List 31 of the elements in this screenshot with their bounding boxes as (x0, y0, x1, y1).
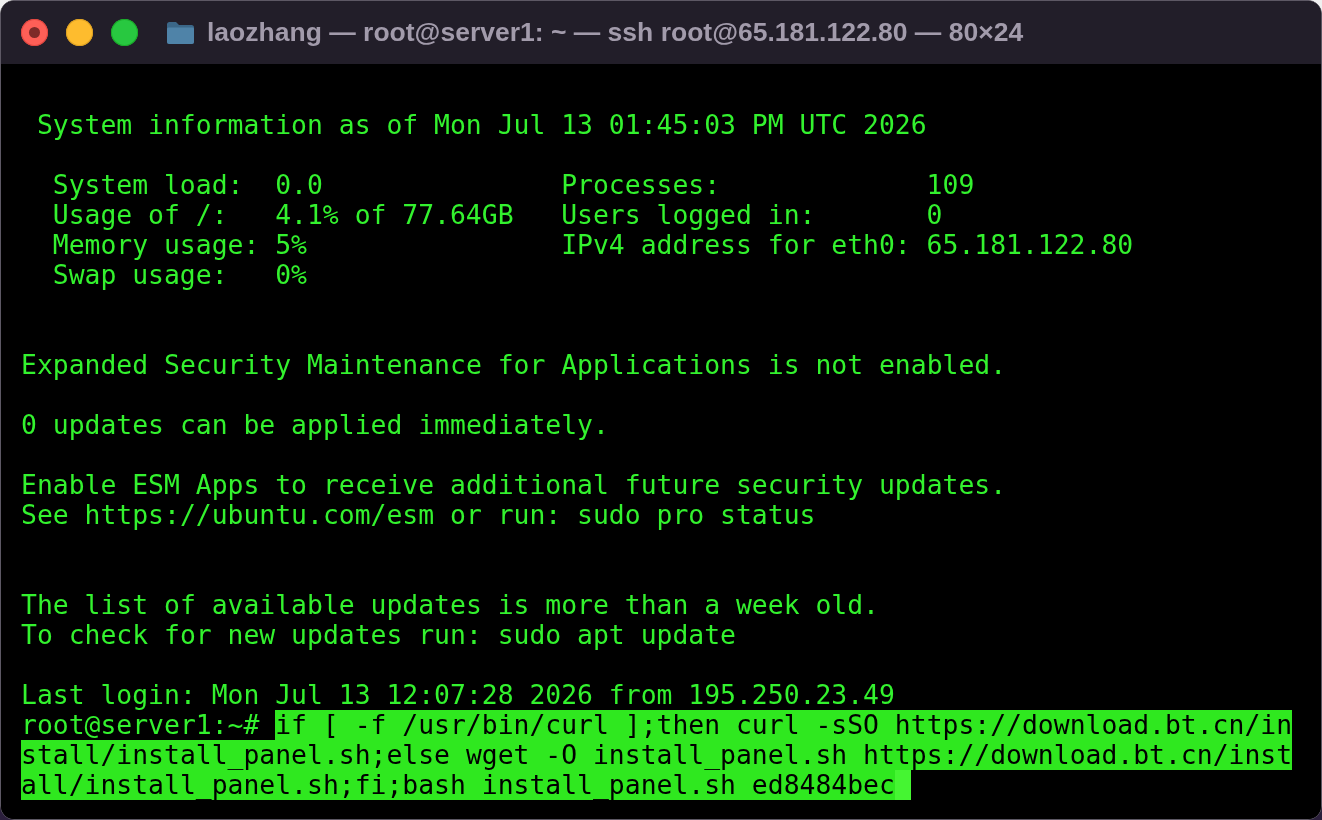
command-text: all/install_panel.sh;fi;bash install_panel.sh ed8484bec (21, 770, 895, 800)
shell-prompt: root@server1:~# (21, 710, 260, 740)
stat-label: Swap usage: (52, 260, 228, 290)
window-title: laozhang — root@server1: ~ — ssh root@65.181.122.80 — 80×24 (207, 17, 1024, 48)
stat-value: 0% (275, 260, 308, 290)
stat-value: 109 (926, 170, 976, 200)
output-line: To check for new updates run: sudo apt update (21, 620, 736, 650)
stat-value: 0.0 (275, 170, 324, 200)
stat-label: Processes: (561, 170, 722, 200)
command-text: stall/install_panel.sh;else wget -O install_panel.sh https://download.bt.cn/inst (21, 740, 1293, 770)
output-line: Last login: Mon Jul 13 12:07:28 2026 from 195.250.23.49 (21, 680, 895, 710)
folder-icon (166, 20, 195, 45)
command-text: if [ -f /usr/bin/curl ];then curl -sSO https://download.bt.cn/in (275, 710, 1293, 740)
stat-label: Usage of /: (52, 200, 229, 230)
stat-value: 0 (926, 200, 944, 230)
output-line: 0 updates can be applied immediately. (21, 410, 609, 440)
stat-value: 4.1% of 77.64GB (275, 200, 515, 230)
output-line: See https://ubuntu.com/esm or run: sudo pro status (21, 500, 816, 530)
stat-label: IPv4 address for eth0: (561, 230, 912, 260)
output-line: The list of available updates is more than a week old. (21, 590, 879, 620)
stat-label: System load: (52, 170, 245, 200)
output-line: Enable ESM Apps to receive additional future security updates. (21, 470, 1007, 500)
minimize-button[interactable] (66, 19, 93, 46)
close-button[interactable] (21, 19, 48, 46)
output-line: Expanded Security Maintenance for Applications is not enabled. (21, 350, 1007, 380)
zoom-button[interactable] (111, 19, 138, 46)
stat-value: 65.181.122.80 (926, 230, 1135, 260)
stat-label: Memory usage: (52, 230, 261, 260)
stat-label: Users logged in: (561, 200, 817, 230)
system-info-heading: System information as of Mon Jul 13 01:45:03 PM UTC 2026 (36, 110, 927, 140)
stat-value: 5% (275, 230, 308, 260)
